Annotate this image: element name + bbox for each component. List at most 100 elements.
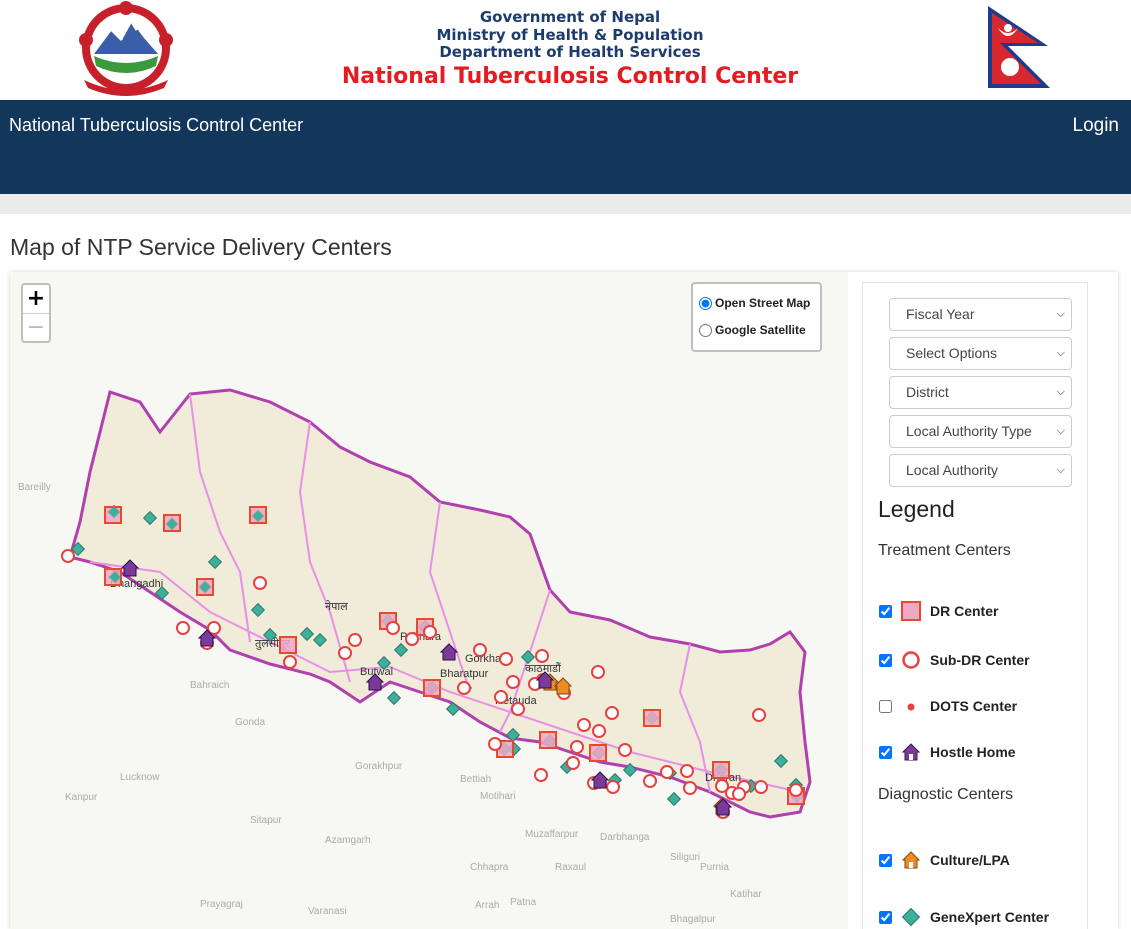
options-select[interactable]: Select Options ⌵ — [889, 337, 1072, 370]
dr-center-marker[interactable] — [539, 731, 557, 749]
legend-label: Hostle Home — [930, 744, 1016, 760]
sub-dr-center-marker[interactable] — [283, 655, 297, 669]
nepal-flag-icon — [988, 6, 1050, 88]
map-place-label: Darbhanga — [600, 832, 650, 843]
legend-item-hostle-home: Hostle Home — [878, 741, 1016, 763]
layer-satellite[interactable]: Google Satellite — [699, 323, 806, 337]
sub-dr-center-marker[interactable] — [511, 702, 525, 716]
sub-dr-center-marker[interactable] — [577, 718, 591, 732]
hostle-home-checkbox[interactable] — [879, 745, 892, 759]
genexpert-center-icon — [900, 906, 922, 928]
map-place-label: Azamgarh — [325, 835, 371, 846]
sub-dr-center-marker[interactable] — [683, 781, 697, 795]
dots-center-checkbox[interactable] — [879, 699, 892, 713]
dr-center-marker[interactable] — [423, 679, 441, 697]
fiscal-year-value: Fiscal Year — [906, 306, 975, 322]
local-authority-select[interactable]: Local Authority ⌵ — [889, 454, 1072, 487]
map-place-label: Gorakhpur — [355, 761, 403, 772]
sub-dr-center-marker[interactable] — [473, 643, 487, 657]
sub-dr-center-marker[interactable] — [535, 649, 549, 663]
zoom-out-button[interactable]: − — [23, 314, 49, 342]
map-place-label: Motihari — [480, 791, 516, 802]
sub-dr-center-marker[interactable] — [605, 706, 619, 720]
gov-line-1: Government of Nepal — [479, 8, 661, 26]
site-header: Government of Nepal Ministry of Health &… — [0, 0, 1131, 100]
sub-dr-center-marker[interactable] — [680, 764, 694, 778]
genexpert-marker[interactable] — [666, 791, 682, 807]
district-value: District — [906, 384, 949, 400]
chevron-down-icon: ⌵ — [1056, 425, 1065, 437]
map-place-label: Bettiah — [460, 774, 491, 785]
culture-lpa-checkbox[interactable] — [879, 853, 892, 867]
sub-dr-center-checkbox[interactable] — [879, 653, 892, 667]
dr-center-marker[interactable] — [279, 636, 297, 654]
options-value: Select Options — [906, 345, 998, 361]
sub-dr-center-marker[interactable] — [618, 743, 632, 757]
sub-dr-center-marker[interactable] — [591, 665, 605, 679]
culture-lpa-icon — [900, 849, 922, 871]
legend-label: GeneXpert Center — [930, 909, 1050, 925]
dr-center-marker[interactable] — [643, 709, 661, 727]
sub-dr-center-marker[interactable] — [176, 621, 190, 635]
layer-osm-radio[interactable] — [699, 296, 712, 310]
legend-item-dr-center: DR Center — [878, 600, 998, 622]
sub-dr-center-marker[interactable] — [566, 756, 580, 770]
legend-title: Legend — [878, 496, 955, 522]
sub-dr-center-marker[interactable] — [534, 768, 548, 782]
district-select[interactable]: District ⌵ — [889, 376, 1072, 409]
sub-dr-center-marker[interactable] — [488, 737, 502, 751]
navbar-brand[interactable]: National Tuberculosis Control Center — [9, 115, 303, 136]
sub-dr-center-icon — [900, 649, 922, 671]
map-place-label: Muzaffarpur — [525, 829, 579, 840]
sub-dr-center-marker[interactable] — [506, 675, 520, 689]
sub-dr-center-marker[interactable] — [732, 787, 746, 801]
map-place-label: Siliguri — [670, 852, 700, 863]
layer-satellite-label: Google Satellite — [715, 323, 806, 337]
sub-dr-center-marker[interactable] — [570, 740, 584, 754]
layer-osm[interactable]: Open Street Map — [699, 296, 810, 310]
hostle-home-icon — [900, 741, 922, 763]
sub-dr-center-marker[interactable] — [592, 724, 606, 738]
sub-dr-center-marker[interactable] — [386, 621, 400, 635]
chevron-down-icon: ⌵ — [1056, 464, 1065, 476]
sub-dr-center-marker[interactable] — [423, 625, 437, 639]
map-place-label: Lucknow — [120, 772, 160, 783]
gov-line-3: Department of Health Services — [439, 43, 701, 61]
sub-dr-center-marker[interactable] — [606, 780, 620, 794]
legend-item-sub-dr-center: Sub-DR Center — [878, 649, 1030, 671]
login-link[interactable]: Login — [1073, 115, 1120, 137]
sub-dr-center-marker[interactable] — [494, 690, 508, 704]
sub-dr-center-marker[interactable] — [348, 633, 362, 647]
dr-center-checkbox[interactable] — [879, 604, 892, 618]
genexpert-marker[interactable] — [386, 690, 402, 706]
sub-dr-center-marker[interactable] — [752, 708, 766, 722]
sub-dr-center-marker[interactable] — [754, 780, 768, 794]
sub-dr-center-marker[interactable] — [405, 632, 419, 646]
map-view[interactable]: नेपाल Pokhara Gorkha Bharatpur Butwal Hetauda… — [10, 272, 848, 929]
local-authority-type-value: Local Authority Type — [906, 423, 1032, 439]
map-place-label: Gonda — [235, 717, 265, 728]
sub-dr-center-marker[interactable] — [643, 774, 657, 788]
genexpert-center-checkbox[interactable] — [879, 910, 892, 924]
legend-item-culture-lpa: Culture/LPA — [878, 849, 1010, 871]
sub-dr-center-marker[interactable] — [457, 681, 471, 695]
local-authority-type-select[interactable]: Local Authority Type ⌵ — [889, 415, 1072, 448]
zoom-in-button[interactable]: + — [23, 285, 49, 314]
zoom-control: + − — [21, 283, 51, 343]
map-place-label: Prayagraj — [200, 899, 243, 910]
map-place-label: Purnia — [700, 862, 729, 873]
sub-dr-center-marker[interactable] — [499, 652, 513, 666]
dr-center-marker[interactable] — [589, 744, 607, 762]
fiscal-year-select[interactable]: Fiscal Year ⌵ — [889, 298, 1072, 331]
map-canvas[interactable]: नेपालPokharaGorkhaBharatpurButwalHetauda… — [10, 272, 848, 929]
diagnostic-centers-heading: Diagnostic Centers — [878, 786, 1014, 803]
sub-dr-center-marker[interactable] — [660, 765, 674, 779]
sub-dr-center-marker[interactable] — [253, 576, 267, 590]
hostle-home-marker[interactable] — [590, 771, 610, 789]
sub-dr-center-marker[interactable] — [338, 646, 352, 660]
layer-satellite-radio[interactable] — [699, 323, 712, 337]
dr-center-marker[interactable] — [712, 761, 730, 779]
sub-dr-center-marker[interactable] — [61, 549, 75, 563]
sub-dr-center-marker[interactable] — [789, 783, 803, 797]
map-place-label: Bareilly — [18, 482, 51, 493]
